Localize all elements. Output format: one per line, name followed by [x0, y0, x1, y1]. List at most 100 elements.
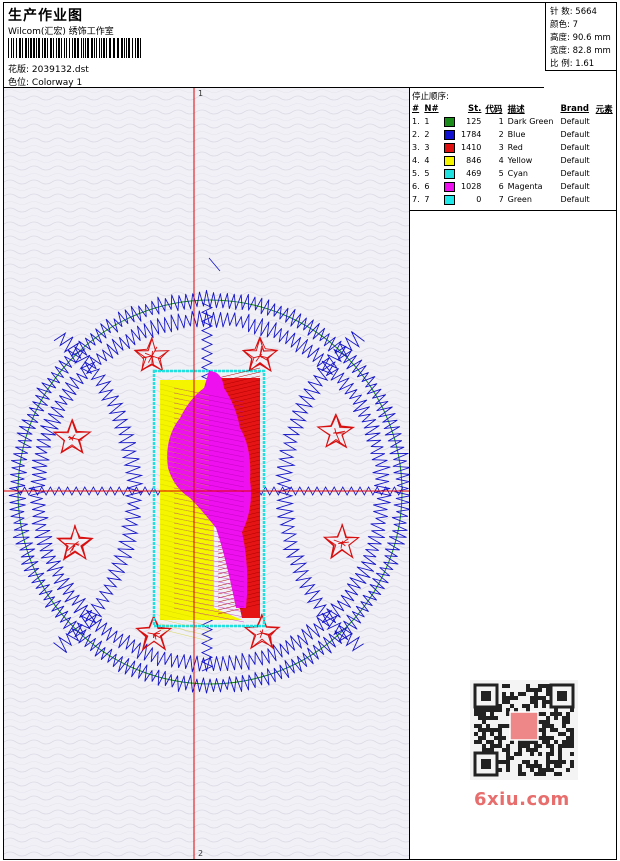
player-figure	[152, 367, 266, 642]
row-swatch	[442, 167, 458, 180]
row-brand: Default	[560, 182, 590, 191]
width-label: 宽度:	[550, 46, 570, 56]
row-element	[594, 115, 616, 128]
colorway-label: 色位:	[8, 78, 30, 88]
table-row: 1. 1 125 1 Dark Green Default	[410, 115, 616, 128]
row-code: 5	[498, 169, 504, 178]
col-swatch	[442, 102, 458, 115]
row-brand: Default	[560, 169, 590, 178]
color-swatch	[443, 116, 455, 127]
width-value: 82.8 mm	[572, 46, 611, 56]
table-row: 3. 3 1410 3 Red Default	[410, 141, 616, 154]
col-brand: Brand	[560, 103, 589, 114]
row-description: Cyan	[507, 169, 528, 178]
qr-logo	[509, 711, 539, 741]
colorway: 色位: Colorway 1	[8, 75, 82, 88]
row-description: Green	[507, 195, 532, 204]
embroidery-preview: 1 2	[4, 88, 409, 859]
design-file: 花版: 2039132.dst	[8, 62, 89, 75]
row-element	[594, 167, 616, 180]
company-name: Wilcom(汇宏) 绣饰工作室	[8, 27, 114, 37]
row-index: 7.	[412, 195, 420, 204]
ratio-value: 1.61	[575, 59, 595, 69]
row-swatch	[442, 154, 458, 167]
table-row: 4. 4 846 4 Yellow Default	[410, 154, 616, 167]
table-row: 7. 7 0 7 Green Default	[410, 193, 616, 206]
color-swatch	[443, 155, 455, 166]
design-label: 花版:	[8, 65, 30, 75]
row-code: 7	[498, 195, 504, 204]
row-element	[594, 128, 616, 141]
color-count-value: 7	[572, 20, 578, 30]
stop-sequence-table: # N# St. 代码 描述 Brand 元素 1. 1 125 1 Dark Gree…	[410, 102, 616, 206]
row-element	[594, 180, 616, 193]
color-swatch	[443, 129, 455, 140]
row-code: 3	[498, 143, 504, 152]
table-header: # N# St. 代码 描述 Brand 元素	[410, 102, 616, 115]
row-description: Dark Green	[507, 117, 554, 126]
stitch-count: 针 数: 5664	[550, 5, 597, 17]
stop-sequence-title: 停止顺序:	[412, 92, 449, 102]
row-needle: 6	[424, 182, 430, 191]
row-index: 1.	[412, 117, 420, 126]
stitch-count-label: 针 数:	[550, 7, 573, 17]
row-swatch	[442, 128, 458, 141]
row-needle: 4	[424, 156, 430, 165]
row-stitches: 125	[466, 117, 482, 126]
row-code: 1	[498, 117, 504, 126]
row-stitches: 846	[466, 156, 482, 165]
barcode	[8, 38, 141, 58]
row-stitches: 1410	[461, 143, 482, 152]
col-description: 描述	[507, 104, 525, 115]
row-needle: 1	[424, 117, 430, 126]
col-stitches: St.	[467, 103, 482, 114]
design-value: 2039132.dst	[31, 65, 89, 75]
row-description: Magenta	[507, 182, 543, 191]
row-description: Yellow	[507, 156, 533, 165]
row-stitches: 1784	[461, 130, 482, 139]
col-index: #	[412, 103, 420, 114]
row-index: 6.	[412, 182, 420, 191]
col-code: 代码	[485, 104, 503, 115]
row-code: 6	[498, 182, 504, 191]
design-canvas[interactable]: 1 2	[4, 88, 410, 859]
color-swatch	[443, 181, 455, 192]
height-label: 高度:	[550, 33, 570, 43]
panel-divider	[410, 210, 616, 211]
design-height: 高度: 90.6 mm	[550, 31, 611, 43]
row-index: 3.	[412, 143, 420, 152]
color-count-label: 颜色:	[550, 20, 570, 30]
row-element	[594, 141, 616, 154]
row-element	[594, 154, 616, 167]
table-row: 6. 6 1028 6 Magenta Default	[410, 180, 616, 193]
row-stitches: 0	[476, 195, 482, 204]
row-code: 4	[498, 156, 504, 165]
col-element: 元素	[595, 104, 613, 115]
watermark-site: 6xiu.com	[474, 789, 570, 810]
row-needle: 5	[424, 169, 430, 178]
height-value: 90.6 mm	[572, 33, 611, 43]
row-description: Red	[507, 143, 523, 152]
ratio-label: 比 例:	[550, 59, 573, 69]
design-width: 宽度: 82.8 mm	[550, 44, 611, 56]
row-swatch	[442, 115, 458, 128]
row-index: 4.	[412, 156, 420, 165]
row-brand: Default	[560, 156, 590, 165]
row-swatch	[442, 141, 458, 154]
row-stitches: 1028	[461, 182, 482, 191]
row-swatch	[442, 193, 458, 206]
row-element	[594, 193, 616, 206]
row-index: 2.	[412, 130, 420, 139]
row-brand: Default	[560, 117, 590, 126]
table-row: 2. 2 1784 2 Blue Default	[410, 128, 616, 141]
qr-code	[470, 680, 578, 780]
row-needle: 7	[424, 195, 430, 204]
color-count: 颜色: 7	[550, 18, 578, 30]
stitch-count-value: 5664	[575, 7, 597, 17]
table-row: 5. 5 469 5 Cyan Default	[410, 167, 616, 180]
row-brand: Default	[560, 143, 590, 152]
row-description: Blue	[507, 130, 526, 139]
row-code: 2	[498, 130, 504, 139]
header-info: 生产作业图 Wilcom(汇宏) 绣饰工作室 花版: 2039132.dst 色…	[4, 3, 544, 88]
row-brand: Default	[560, 195, 590, 204]
